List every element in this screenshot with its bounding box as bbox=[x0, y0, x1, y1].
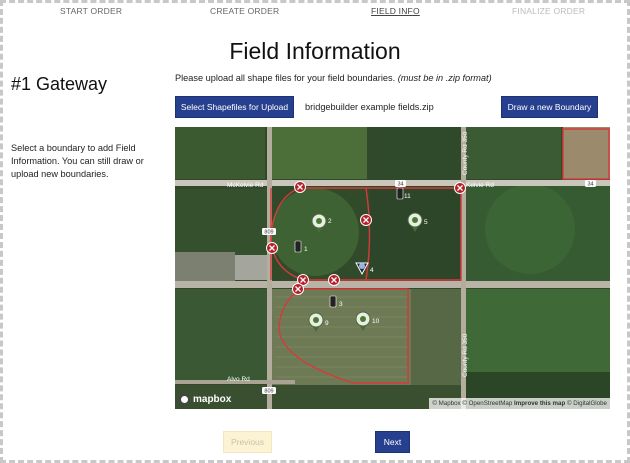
improve-map-link[interactable]: Improve this map bbox=[514, 400, 565, 407]
order-steps: START ORDER CREATE ORDER FIELD INFO FINA… bbox=[0, 6, 630, 20]
page-title: Field Information bbox=[229, 38, 401, 64]
gateway-title: #1 Gateway bbox=[11, 74, 108, 94]
svg-text:9: 9 bbox=[325, 320, 329, 327]
road-label-alvo: Alvo Rd bbox=[227, 376, 250, 383]
uploaded-file-name: bridgebuilder example fields.zip bbox=[305, 102, 434, 112]
svg-text:34: 34 bbox=[587, 182, 593, 188]
svg-text:4: 4 bbox=[370, 267, 374, 274]
road-label-county-top: County Rd 350 bbox=[462, 131, 469, 175]
satellite-map[interactable]: McKelvie Rd Kelvie Rd County Rd 350 Coun… bbox=[175, 127, 610, 409]
step-start-order[interactable]: START ORDER bbox=[60, 6, 122, 16]
attribution-copyright[interactable]: © Mapbox © OpenStreetMap bbox=[432, 400, 512, 407]
svg-text:3: 3 bbox=[339, 301, 343, 308]
svg-text:1: 1 bbox=[304, 246, 308, 253]
instructions-text: Please upload all shape files for your f… bbox=[175, 73, 396, 83]
instructions-note: (must be in .zip format) bbox=[397, 73, 492, 83]
previous-button[interactable]: Previous bbox=[223, 431, 272, 453]
svg-text:2: 2 bbox=[328, 218, 332, 225]
svg-text:10: 10 bbox=[372, 318, 380, 325]
route-shield-809-top: 809 bbox=[262, 228, 276, 236]
svg-text:809: 809 bbox=[264, 230, 273, 236]
route-shield-809-bottom: 809 bbox=[262, 387, 276, 395]
step-create-order[interactable]: CREATE ORDER bbox=[210, 6, 279, 16]
svg-text:11: 11 bbox=[404, 193, 411, 200]
upload-instructions: Please upload all shape files for your f… bbox=[175, 73, 492, 83]
route-shield-34-left: 34 bbox=[395, 180, 406, 188]
map-attribution: © Mapbox © OpenStreetMap Improve this ma… bbox=[429, 398, 610, 409]
route-shield-34-right: 34 bbox=[585, 180, 596, 188]
road-label-county-bottom: County Rd 350 bbox=[462, 333, 469, 377]
next-button[interactable]: Next bbox=[375, 431, 410, 453]
mapbox-logo[interactable]: mapbox bbox=[179, 394, 231, 405]
side-help-text: Select a boundary to add Field Informati… bbox=[11, 143, 144, 179]
mapbox-logo-text: mapbox bbox=[193, 394, 232, 405]
svg-text:34: 34 bbox=[397, 182, 403, 188]
svg-text:809: 809 bbox=[264, 389, 273, 395]
attribution-digitalglobe[interactable]: © DigitalGlobe bbox=[567, 400, 607, 407]
road-label-kelvie: Kelvie Rd bbox=[466, 182, 494, 189]
draw-boundary-button[interactable]: Draw a new Boundary bbox=[501, 96, 598, 118]
step-finalize-order: FINALIZE ORDER bbox=[512, 6, 586, 16]
select-shapefiles-button[interactable]: Select Shapefiles for Upload bbox=[175, 96, 294, 118]
mapbox-logo-icon bbox=[179, 394, 190, 405]
step-field-info[interactable]: FIELD INFO bbox=[371, 6, 420, 16]
road-label-mckelvie: McKelvie Rd bbox=[227, 182, 264, 189]
svg-text:5: 5 bbox=[424, 219, 428, 226]
map-canvas[interactable]: McKelvie Rd Kelvie Rd County Rd 350 Coun… bbox=[175, 127, 610, 409]
